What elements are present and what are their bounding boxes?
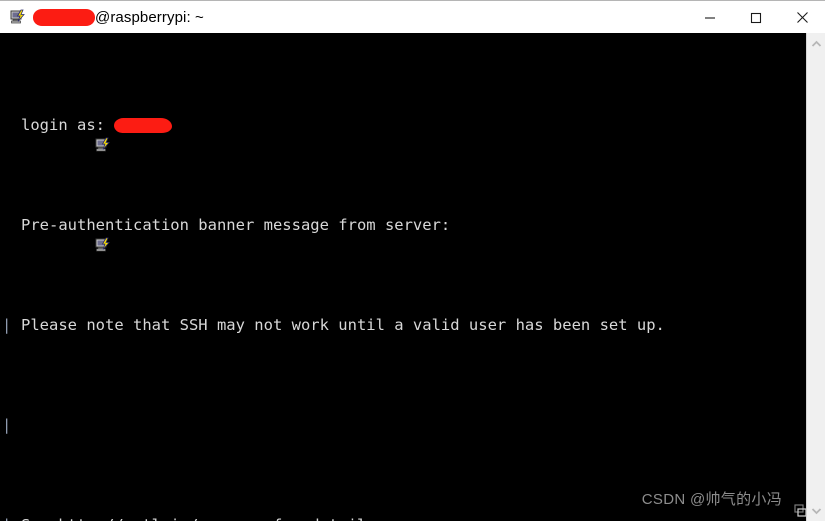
chevron-up-icon[interactable]	[807, 35, 825, 53]
csdn-watermark: CSDN @帅气的小冯	[641, 491, 782, 508]
title-bar-left: @raspberrypi: ~	[0, 1, 687, 33]
username-redaction	[114, 117, 173, 133]
banner-bar-glyph: |	[2, 515, 18, 521]
title-bar: @raspberrypi: ~	[0, 0, 825, 33]
terminal-line: | Please note that SSH may not work unti…	[0, 315, 806, 335]
banner-bar-glyph: |	[2, 316, 12, 334]
terminal-line: | See http://rptl.io/newuser for details…	[0, 515, 806, 521]
title-username-redaction	[33, 8, 95, 26]
terminal-line: login as:	[0, 115, 806, 152]
window-title-text: @raspberrypi: ~	[95, 8, 204, 26]
terminal-line-text: Please note that SSH may not work until …	[21, 316, 665, 334]
chevron-down-icon[interactable]	[807, 501, 825, 519]
terminal-line: |	[0, 415, 806, 435]
terminal-output-area[interactable]: login as: Pre-authentication banner mess…	[0, 33, 806, 521]
close-button[interactable]	[779, 1, 825, 34]
vertical-scrollbar[interactable]	[806, 33, 825, 521]
banner-bar-glyph: |	[2, 416, 12, 434]
putty-icon	[2, 117, 111, 152]
terminal-line-text: Pre-authentication banner message from s…	[21, 216, 451, 234]
maximize-button[interactable]	[733, 1, 779, 34]
terminal-line-text: See http://rptl.io/newuser for details.	[21, 515, 385, 521]
terminal-line: Pre-authentication banner message from s…	[0, 215, 806, 252]
terminal-lines: login as: Pre-authentication banner mess…	[0, 35, 806, 521]
putty-icon	[10, 9, 26, 25]
putty-icon	[2, 217, 111, 252]
minimize-button[interactable]	[687, 1, 733, 34]
window-title: @raspberrypi: ~	[33, 8, 204, 26]
window-controls	[687, 1, 825, 33]
terminal-line-text: login as:	[21, 116, 115, 134]
resize-grip-icon[interactable]	[793, 503, 809, 519]
putty-terminal-window: @raspberrypi: ~ login as: Pre-authentica…	[0, 0, 825, 521]
